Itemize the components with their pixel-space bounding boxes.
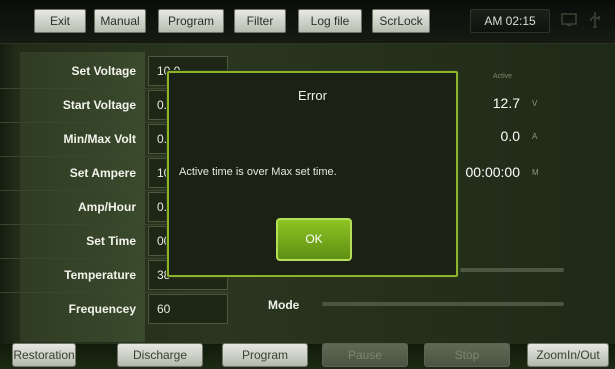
log-file-button[interactable]: Log file — [298, 9, 362, 33]
start-voltage-label: Start Voltage — [62, 98, 136, 112]
voltage-readout: 12.7 — [492, 95, 520, 111]
stop-button[interactable]: Stop — [424, 343, 510, 367]
progress-track — [460, 268, 564, 272]
dialog-title: Error — [298, 88, 327, 103]
set-voltage-label: Set Voltage — [71, 64, 136, 78]
ampere-readout: 0.0 — [500, 128, 520, 144]
error-dialog: Error Active time is over Max set time. … — [167, 71, 458, 277]
exit-button[interactable]: Exit — [34, 9, 86, 33]
restoration-button[interactable]: Restoration — [12, 343, 76, 367]
mode-label: Mode — [268, 298, 300, 312]
frequency-field[interactable]: 60 — [148, 294, 228, 324]
ampere-unit: A — [532, 132, 538, 141]
manual-button[interactable]: Manual — [94, 9, 146, 33]
time-unit: M — [532, 168, 539, 177]
scrlock-button[interactable]: ScrLock — [372, 9, 430, 33]
usb-icon[interactable] — [588, 11, 602, 29]
voltage-unit: V — [532, 99, 538, 108]
discharge-button[interactable]: Discharge — [117, 343, 203, 367]
dialog-message: Active time is over Max set time. — [179, 166, 337, 178]
set-time-label: Set Time — [86, 234, 136, 248]
mode-track — [322, 302, 564, 306]
ok-button[interactable]: OK — [276, 218, 352, 261]
pause-button[interactable]: Pause — [322, 343, 408, 367]
filter-button[interactable]: Filter — [234, 9, 286, 33]
min-max-volt-label: Min/Max Volt — [63, 132, 136, 146]
program-bottom-button[interactable]: Program — [222, 343, 308, 367]
temperature-label: Temperature — [64, 268, 136, 282]
frequency-label: Frequencey — [68, 302, 136, 316]
active-header: Active — [493, 73, 513, 80]
program-button[interactable]: Program — [158, 9, 224, 33]
monitor-icon[interactable] — [561, 12, 577, 28]
zoom-in-out-button[interactable]: ZoomIn/Out — [527, 343, 609, 367]
clock-display: AM 02:15 — [470, 9, 550, 33]
set-ampere-label: Set Ampere — [69, 166, 136, 180]
amp-hour-label: Amp/Hour — [78, 200, 136, 214]
